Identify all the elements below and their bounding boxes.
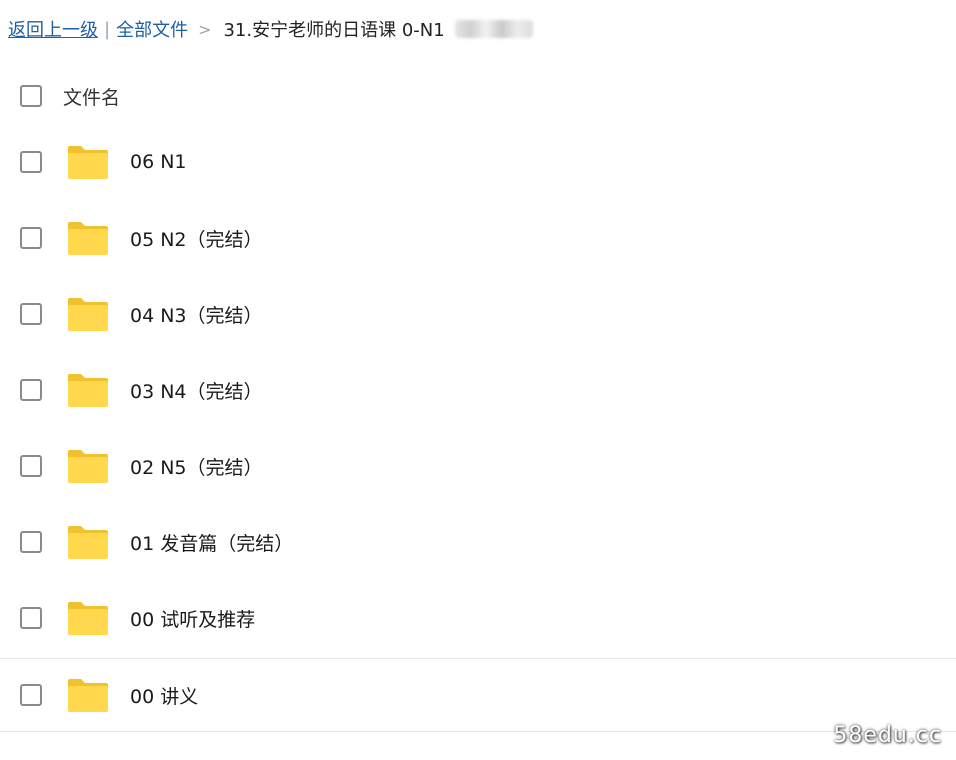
- select-all-checkbox[interactable]: [20, 85, 42, 107]
- folder-name[interactable]: 06 N1: [130, 151, 187, 173]
- row-checkbox[interactable]: [20, 531, 42, 553]
- row-checkbox[interactable]: [20, 455, 42, 477]
- folder-icon: [68, 222, 108, 255]
- folder-icon: [68, 450, 108, 483]
- redacted-blur: [454, 20, 533, 38]
- folder-icon: [68, 602, 108, 635]
- row-checkbox[interactable]: [20, 379, 42, 401]
- row-checkbox[interactable]: [20, 303, 42, 325]
- filename-column-header[interactable]: 文件名: [63, 83, 120, 110]
- folder-name[interactable]: 02 N5（完结）: [130, 453, 263, 480]
- row-checkbox[interactable]: [20, 151, 42, 173]
- folder-row[interactable]: 06 N1: [0, 126, 956, 198]
- folder-icon: [68, 679, 108, 712]
- folder-icon: [68, 374, 108, 407]
- folder-row[interactable]: 01 发音篇（完结）: [0, 506, 956, 578]
- breadcrumb: 返回上一级 | 全部文件 > 31.安宁老师的日语课 0-N1: [8, 14, 533, 44]
- back-link[interactable]: 返回上一级: [8, 16, 98, 42]
- list-bottom-divider: [0, 731, 956, 732]
- watermark-text: 58edu.cc: [833, 723, 942, 748]
- folder-name[interactable]: 05 N2（完结）: [130, 225, 263, 252]
- folder-row[interactable]: 05 N2（完结）: [0, 202, 956, 274]
- file-browser-page: 返回上一级 | 全部文件 > 31.安宁老师的日语课 0-N1 文件名 06 N…: [0, 0, 956, 760]
- folder-name[interactable]: 04 N3（完结）: [130, 301, 263, 328]
- folder-icon: [68, 146, 108, 179]
- folder-row[interactable]: 04 N3（完结）: [0, 278, 956, 350]
- folder-name[interactable]: 03 N4（完结）: [130, 377, 263, 404]
- folder-row[interactable]: 00 试听及推荐: [0, 582, 956, 654]
- row-checkbox[interactable]: [20, 227, 42, 249]
- folder-row[interactable]: 03 N4（完结）: [0, 354, 956, 426]
- folder-icon: [68, 298, 108, 331]
- breadcrumb-separator: |: [104, 18, 111, 40]
- breadcrumb-arrow-icon: >: [198, 19, 212, 39]
- row-checkbox[interactable]: [20, 684, 42, 706]
- folder-row[interactable]: 02 N5（完结）: [0, 430, 956, 502]
- list-header: 文件名: [0, 70, 956, 122]
- folder-row[interactable]: 00 讲义: [0, 658, 956, 731]
- row-checkbox[interactable]: [20, 607, 42, 629]
- folder-name[interactable]: 01 发音篇（完结）: [130, 529, 293, 556]
- folder-name[interactable]: 00 试听及推荐: [130, 605, 255, 632]
- current-folder-title: 31.安宁老师的日语课 0-N1: [223, 20, 445, 41]
- folder-icon: [68, 526, 108, 559]
- folder-name[interactable]: 00 讲义: [130, 682, 198, 709]
- all-files-link[interactable]: 全部文件: [116, 16, 188, 42]
